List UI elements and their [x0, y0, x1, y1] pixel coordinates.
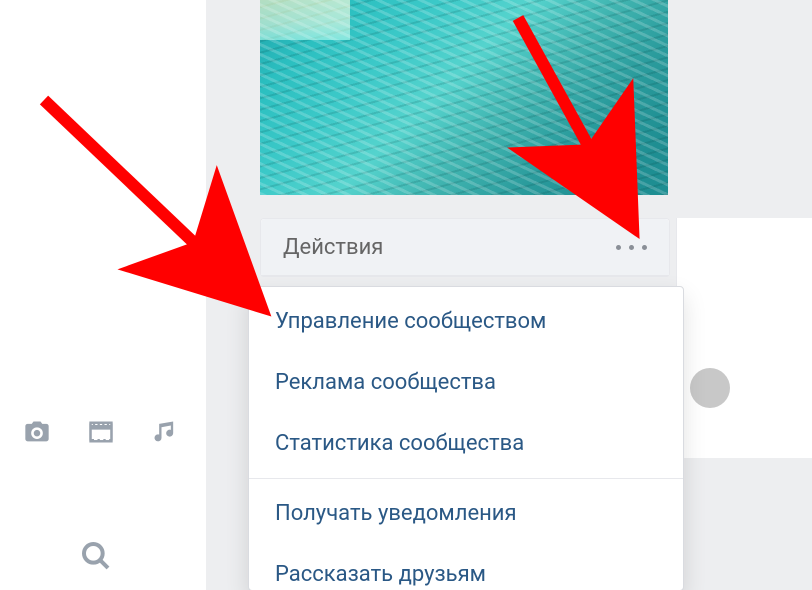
left-panel: [0, 0, 226, 590]
right-column: [676, 218, 812, 458]
video-icon[interactable]: [86, 418, 116, 450]
actions-dropdown: Управление сообществом Реклама сообществ…: [248, 286, 684, 590]
more-icon[interactable]: [616, 245, 647, 250]
panel-gap: [206, 0, 226, 590]
dropdown-separator: [249, 478, 683, 479]
dropdown-item-share[interactable]: Рассказать друзьям: [249, 544, 683, 590]
music-icon[interactable]: [150, 418, 180, 450]
search-icon[interactable]: [80, 540, 112, 576]
dropdown-item-notify[interactable]: Получать уведомления: [249, 483, 683, 544]
cover-highlight: [260, 0, 350, 40]
camera-icon[interactable]: [22, 418, 52, 450]
actions-label: Действия: [283, 235, 383, 260]
dropdown-item-advert[interactable]: Реклама сообщества: [249, 352, 683, 413]
actions-block: Действия: [260, 218, 670, 277]
actions-button[interactable]: Действия: [261, 219, 669, 276]
media-toolbar: [22, 418, 180, 450]
avatar: [690, 368, 730, 408]
dropdown-item-manage[interactable]: Управление сообществом: [249, 287, 683, 352]
dropdown-item-stats[interactable]: Статистика сообщества: [249, 413, 683, 474]
